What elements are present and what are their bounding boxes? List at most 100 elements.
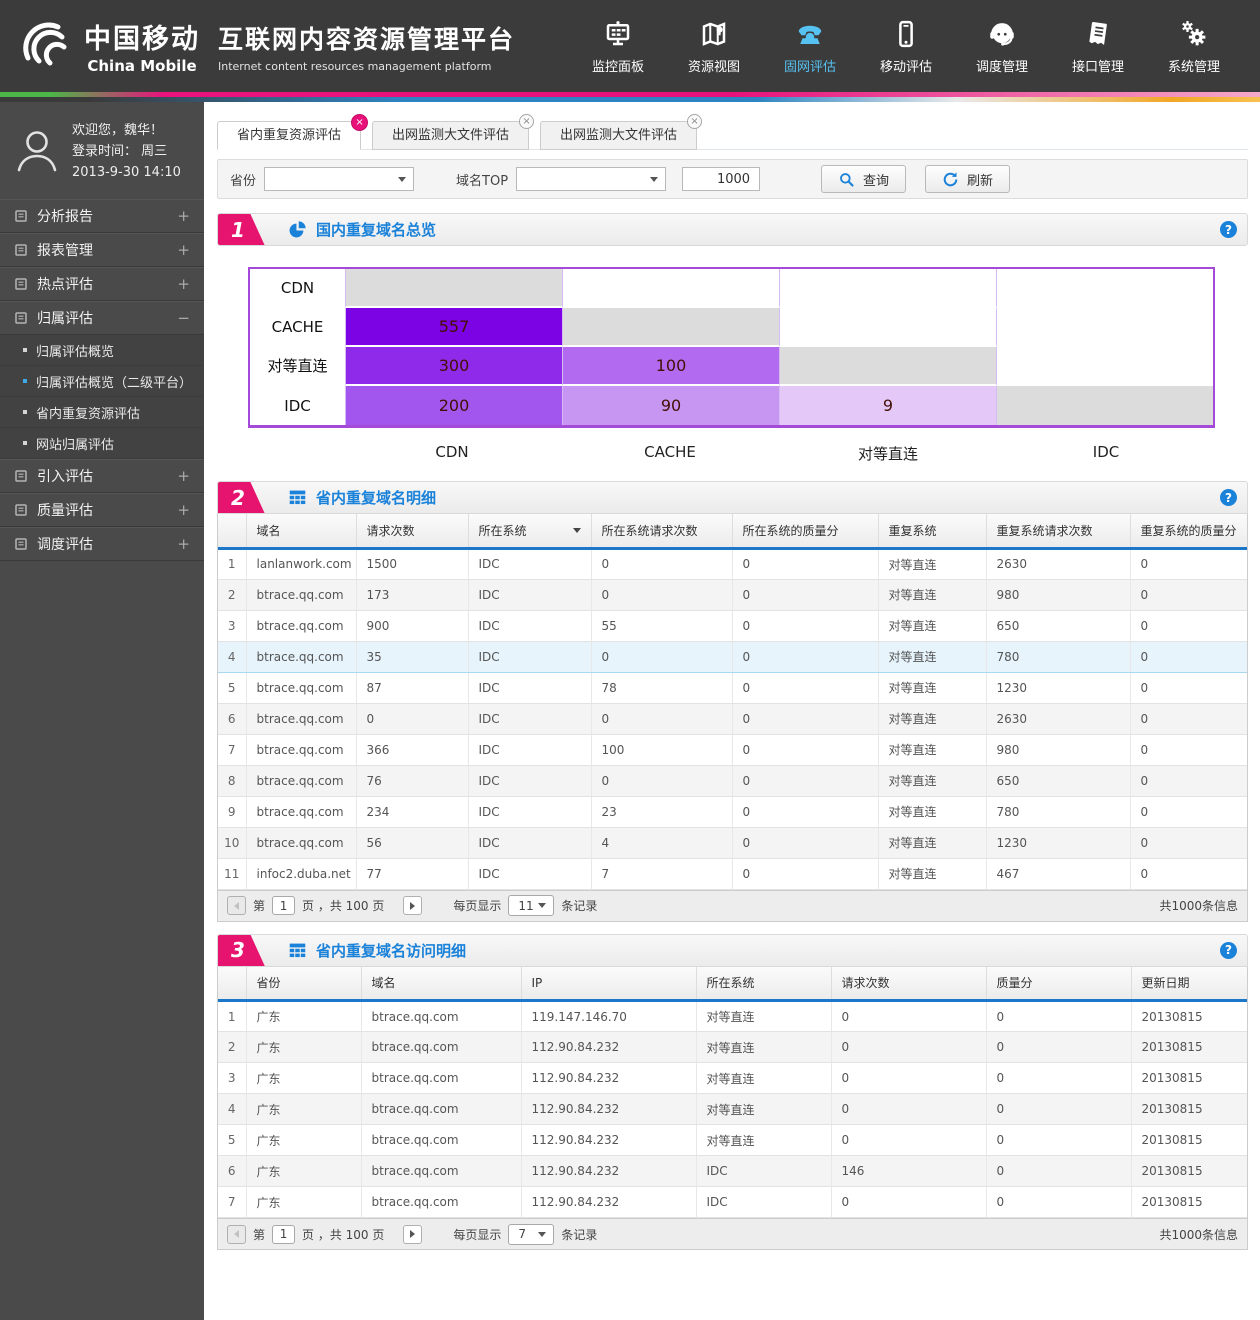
next-page-button[interactable] (403, 1225, 422, 1244)
expand-icon: + (177, 501, 190, 519)
filter-bar: 省份 域名TOP 查询 刷新 (217, 159, 1248, 199)
table-row[interactable]: 3广东btrace.qq.com112.90.84.232对等直连0020130… (218, 1063, 1247, 1094)
prev-page-button[interactable] (227, 1225, 246, 1244)
table-row[interactable]: 1lanlanwork.com1500IDC00对等直连26300 (218, 548, 1247, 579)
table-cell: 112.90.84.232 (521, 1094, 696, 1125)
table-cell: 2630 (986, 548, 1130, 579)
column-header: 重复系统的质量分 (1130, 514, 1247, 548)
table-row[interactable]: 11infoc2.duba.net77IDC70对等直连4670 (218, 858, 1247, 889)
collapse-icon: − (177, 309, 190, 327)
sidebar-item[interactable]: 归属评估− (0, 301, 204, 335)
next-page-button[interactable] (403, 896, 422, 915)
sidebar-item[interactable]: 热点评估+ (0, 267, 204, 301)
table-cell: 对等直连 (878, 858, 986, 889)
table-row[interactable]: 2btrace.qq.com173IDC00对等直连9800 (218, 579, 1247, 610)
close-icon[interactable]: × (687, 114, 702, 129)
section2-title: 省内重复域名明细 (316, 487, 436, 508)
table-cell: 对等直连 (696, 1063, 831, 1094)
per-page-select[interactable]: 11 (508, 895, 554, 916)
brand-en: China Mobile (84, 57, 200, 75)
page-number-box[interactable]: 1 (272, 896, 295, 915)
province-select[interactable] (264, 167, 414, 191)
column-header: 所在系统请求次数 (591, 514, 732, 548)
table-cell: 0 (732, 858, 878, 889)
table-row[interactable]: 6btrace.qq.com0IDC00对等直连26300 (218, 703, 1247, 734)
domain-top-select[interactable] (516, 167, 666, 191)
nav-item-label: 资源视图 (688, 56, 740, 75)
table-cell: 0 (732, 672, 878, 703)
table-row[interactable]: 4btrace.qq.com35IDC00对等直连7800 (218, 641, 1247, 672)
table-cell: 对等直连 (696, 1001, 831, 1032)
help-icon[interactable]: ? (1220, 221, 1237, 238)
sidebar-item[interactable]: 引入评估+ (0, 459, 204, 493)
table-row[interactable]: 1广东btrace.qq.com119.147.146.70对等直连002013… (218, 1001, 1247, 1032)
matrix-col-label: 对等直连 (779, 443, 997, 464)
nav-item-mobile[interactable]: 移动评估 (862, 17, 950, 75)
page-number-box[interactable]: 1 (272, 1225, 295, 1244)
table-row[interactable]: 6广东btrace.qq.com112.90.84.232IDC14602013… (218, 1156, 1247, 1187)
help-icon[interactable]: ? (1220, 942, 1237, 959)
table-cell: btrace.qq.com (361, 1032, 521, 1063)
sidebar-subitem[interactable]: 省内重复资源评估 (0, 397, 204, 428)
nav-item-phone[interactable]: 固网评估 (766, 17, 854, 75)
table-cell: 对等直连 (696, 1094, 831, 1125)
prev-page-button[interactable] (227, 896, 246, 915)
table-cell: 对等直连 (878, 641, 986, 672)
top-count-input[interactable] (682, 167, 760, 191)
matrix-cell (996, 308, 1213, 347)
sidebar-subitem[interactable]: 网站归属评估 (0, 428, 204, 459)
tab[interactable]: 省内重复资源评估× (217, 121, 361, 150)
table-row[interactable]: 7广东btrace.qq.com112.90.84.232IDC00201308… (218, 1187, 1247, 1218)
bullet-icon (23, 410, 27, 414)
table-cell: 234 (356, 796, 468, 827)
column-header[interactable]: 所在系统 (468, 514, 591, 548)
sidebar-item[interactable]: 分析报告+ (0, 199, 204, 233)
sidebar-subitem[interactable]: 归属评估概览 (0, 335, 204, 366)
table-cell: btrace.qq.com (246, 827, 356, 858)
nav-item-dashboard[interactable]: 监控面板 (574, 17, 662, 75)
table-row[interactable]: 2广东btrace.qq.com112.90.84.232对等直连0020130… (218, 1032, 1247, 1063)
table-row[interactable]: 10btrace.qq.com56IDC40对等直连12300 (218, 827, 1247, 858)
per-page-select[interactable]: 7 (508, 1224, 554, 1245)
table-row[interactable]: 3btrace.qq.com900IDC550对等直连6500 (218, 610, 1247, 641)
sidebar-item[interactable]: 质量评估+ (0, 493, 204, 527)
nav-item-headset[interactable]: 调度管理 (958, 17, 1046, 75)
table-row[interactable]: 4广东btrace.qq.com112.90.84.232对等直连0020130… (218, 1094, 1247, 1125)
refresh-button[interactable]: 刷新 (925, 165, 1010, 193)
nav-item-document[interactable]: 接口管理 (1054, 17, 1142, 75)
table-row[interactable]: 9btrace.qq.com234IDC230对等直连7800 (218, 796, 1247, 827)
sidebar-menu: 分析报告+报表管理+热点评估+归属评估−归属评估概览归属评估概览（二级平台）省内… (0, 199, 204, 561)
column-header: 重复系统请求次数 (986, 514, 1130, 548)
tab[interactable]: 出网监测大文件评估× (372, 121, 529, 150)
table-row[interactable]: 7btrace.qq.com366IDC1000对等直连9800 (218, 734, 1247, 765)
matrix-cell (779, 269, 996, 308)
matrix-cell: 557 (345, 308, 562, 347)
sidebar-item[interactable]: 报表管理+ (0, 233, 204, 267)
nav-item-gear[interactable]: 系统管理 (1150, 17, 1238, 75)
pie-chart-icon (288, 220, 307, 239)
table-cell: 7 (591, 858, 732, 889)
sidebar-subitem[interactable]: 归属评估概览（二级平台） (0, 366, 204, 397)
table-cell: 55 (591, 610, 732, 641)
matrix-x-axis: CDNCACHE对等直连IDC (248, 443, 1215, 464)
query-button[interactable]: 查询 (821, 165, 906, 193)
table-row[interactable]: 5btrace.qq.com87IDC780对等直连12300 (218, 672, 1247, 703)
nav-item-map[interactable]: 资源视图 (670, 17, 758, 75)
close-icon[interactable]: × (351, 114, 368, 131)
matrix-row-label: CDN (250, 269, 345, 308)
close-icon[interactable]: × (519, 114, 534, 129)
tab[interactable]: 出网监测大文件评估× (540, 121, 697, 150)
table-row[interactable]: 5广东btrace.qq.com112.90.84.232对等直连0020130… (218, 1125, 1247, 1156)
table-cell: btrace.qq.com (361, 1187, 521, 1218)
column-header: 更新日期 (1131, 967, 1247, 1001)
help-icon[interactable]: ? (1220, 489, 1237, 506)
column-header: 所在系统 (696, 967, 831, 1001)
table-row[interactable]: 8btrace.qq.com76IDC00对等直连6500 (218, 765, 1247, 796)
app-header: 中国移动 China Mobile 互联网内容资源管理平台 Internet c… (0, 0, 1260, 92)
table-cell: 广东 (246, 1094, 361, 1125)
china-mobile-logo-icon (16, 17, 74, 75)
doc-icon (14, 209, 28, 223)
phone-icon (795, 19, 825, 49)
sidebar-item[interactable]: 调度评估+ (0, 527, 204, 561)
column-header: 省份 (246, 967, 361, 1001)
